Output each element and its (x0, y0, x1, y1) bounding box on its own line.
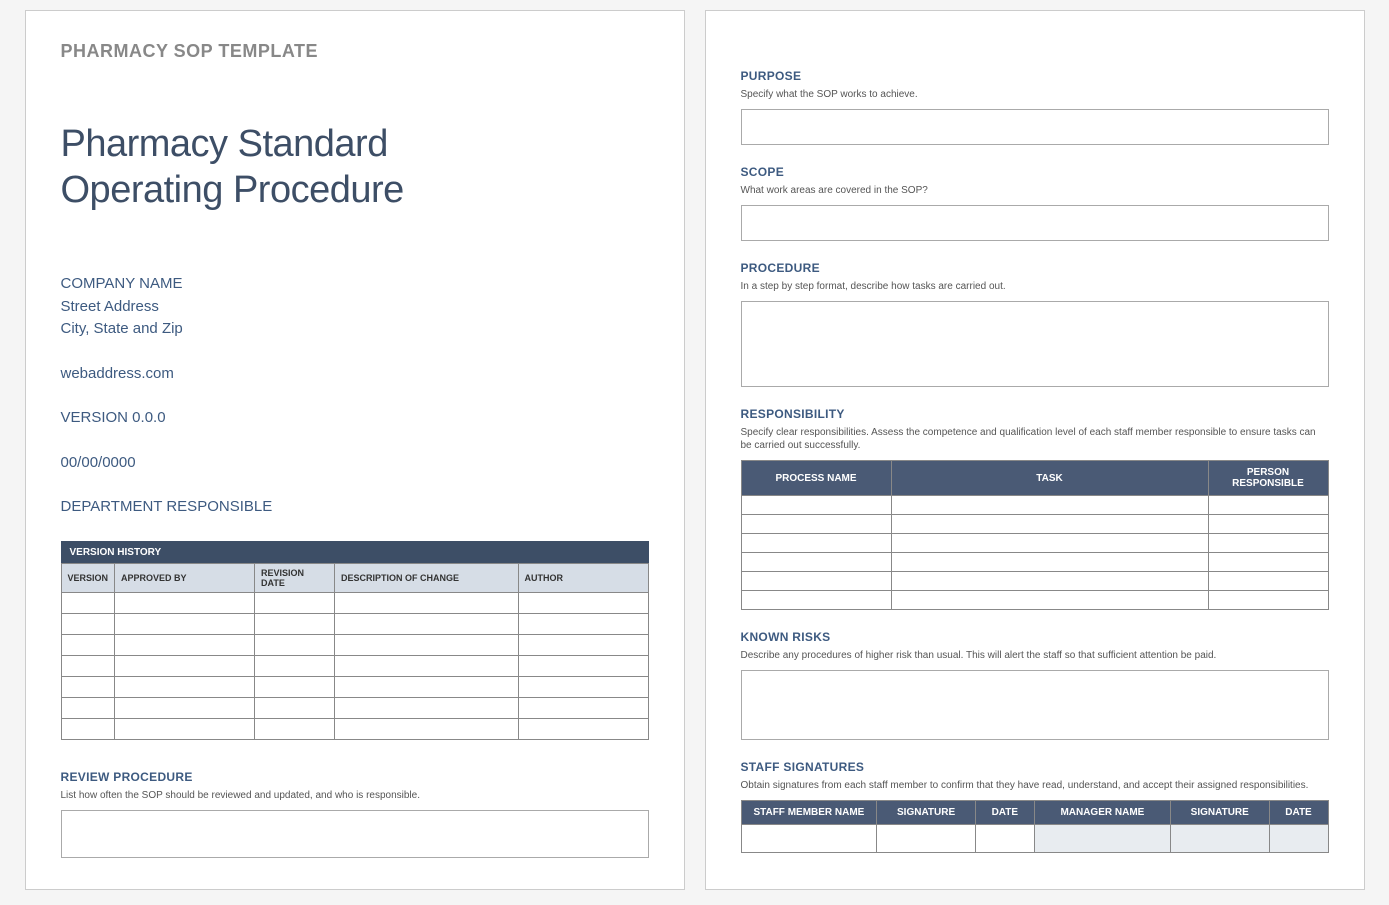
department-responsible: DEPARTMENT RESPONSIBLE (61, 496, 649, 519)
col-approved: APPROVED BY (115, 563, 255, 592)
title-line-1: Pharmacy Standard (61, 123, 388, 165)
purpose-field[interactable] (741, 109, 1329, 145)
company-street: Street Address (61, 296, 649, 319)
col-person-responsible: PERSON RESPONSIBLE (1208, 461, 1328, 496)
responsibility-table: PROCESS NAME TASK PERSON RESPONSIBLE (741, 460, 1329, 610)
title-line-2: Operating Procedure (61, 169, 404, 211)
table-row (61, 718, 648, 739)
col-task: TASK (891, 461, 1208, 496)
company-web: webaddress.com (61, 363, 649, 386)
table-row (61, 676, 648, 697)
col-signature: SIGNATURE (877, 801, 976, 825)
table-row (741, 591, 1328, 610)
procedure-field[interactable] (741, 301, 1329, 387)
company-citystate: City, State and Zip (61, 318, 649, 341)
table-row (61, 655, 648, 676)
doc-version: VERSION 0.0.0 (61, 407, 649, 430)
responsibility-desc: Specify clear responsibilities. Assess t… (741, 426, 1329, 452)
document-title: Pharmacy Standard Operating Procedure (61, 122, 649, 213)
col-version: VERSION (61, 563, 115, 592)
table-row (741, 553, 1328, 572)
purpose-desc: Specify what the SOP works to achieve. (741, 88, 1329, 101)
staff-signatures-desc: Obtain signatures from each staff member… (741, 779, 1329, 792)
col-manager-date: DATE (1269, 801, 1328, 825)
page-1: PHARMACY SOP TEMPLATE Pharmacy Standard … (25, 10, 685, 890)
col-manager-name: MANAGER NAME (1034, 801, 1170, 825)
table-row (61, 592, 648, 613)
company-name: COMPANY NAME (61, 273, 649, 296)
page-2: PURPOSE Specify what the SOP works to ac… (705, 10, 1365, 890)
known-risks-desc: Describe any procedures of higher risk t… (741, 649, 1329, 662)
review-procedure-field[interactable] (61, 810, 649, 858)
version-history-caption: VERSION HISTORY (61, 541, 649, 563)
col-revision: REVISION DATE (255, 563, 335, 592)
col-description: DESCRIPTION OF CHANGE (335, 563, 518, 592)
table-row (741, 572, 1328, 591)
version-history-table: VERSION APPROVED BY REVISION DATE DESCRI… (61, 563, 649, 740)
review-procedure-title: REVIEW PROCEDURE (61, 770, 649, 784)
staff-signatures-title: STAFF SIGNATURES (741, 760, 1329, 774)
page-header: PHARMACY SOP TEMPLATE (61, 41, 649, 62)
table-row (61, 697, 648, 718)
staff-signatures-table: STAFF MEMBER NAME SIGNATURE DATE MANAGER… (741, 800, 1329, 853)
col-date: DATE (975, 801, 1034, 825)
col-staff-member: STAFF MEMBER NAME (741, 801, 877, 825)
table-row (741, 825, 1328, 853)
table-row (741, 515, 1328, 534)
known-risks-title: KNOWN RISKS (741, 630, 1329, 644)
purpose-title: PURPOSE (741, 69, 1329, 83)
responsibility-title: RESPONSIBILITY (741, 407, 1329, 421)
procedure-desc: In a step by step format, describe how t… (741, 280, 1329, 293)
table-row (741, 496, 1328, 515)
col-process-name: PROCESS NAME (741, 461, 891, 496)
known-risks-field[interactable] (741, 670, 1329, 740)
col-author: AUTHOR (518, 563, 648, 592)
company-info-block: COMPANY NAME Street Address City, State … (61, 273, 649, 519)
table-row (61, 613, 648, 634)
table-row (61, 634, 648, 655)
procedure-title: PROCEDURE (741, 261, 1329, 275)
review-procedure-desc: List how often the SOP should be reviewe… (61, 789, 649, 802)
doc-date: 00/00/0000 (61, 452, 649, 475)
scope-field[interactable] (741, 205, 1329, 241)
col-manager-signature: SIGNATURE (1170, 801, 1269, 825)
scope-title: SCOPE (741, 165, 1329, 179)
table-row (741, 534, 1328, 553)
scope-desc: What work areas are covered in the SOP? (741, 184, 1329, 197)
